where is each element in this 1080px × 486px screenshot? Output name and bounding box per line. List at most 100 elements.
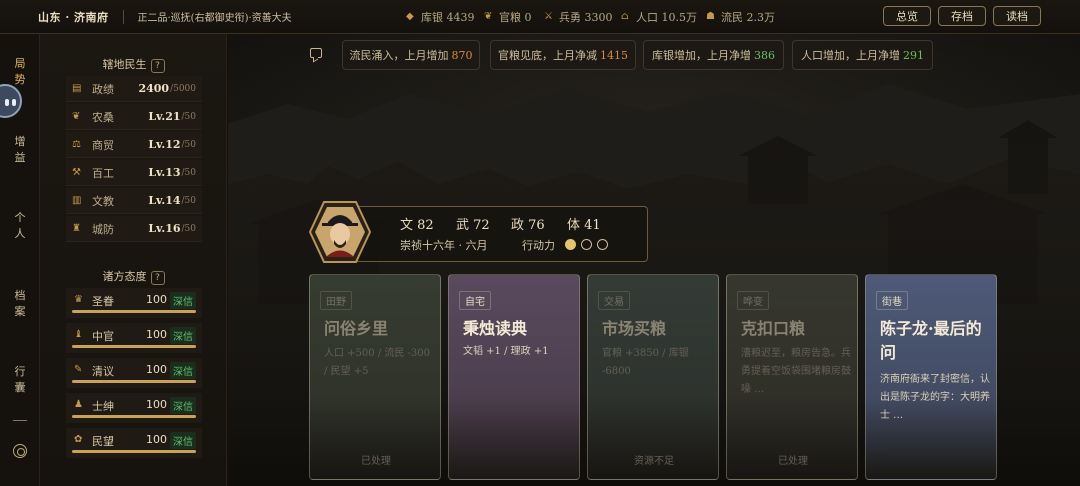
attitude-name: 士绅 (92, 400, 114, 413)
gentry-icon: ♟ (74, 399, 83, 410)
character-portrait[interactable] (308, 200, 372, 264)
event-card-field[interactable]: 田野 问俗乡里 人口 +500 / 流民 -300 / 民望 +5 已处理 (309, 274, 441, 480)
stat-row-politics: ▤ 政绩 2400 /5000 (66, 76, 202, 102)
stat-name: 商贸 (92, 138, 114, 152)
chat-icon[interactable] (310, 48, 322, 58)
assistant-avatar[interactable] (0, 84, 22, 118)
resource-population: ⌂ 人口 10.5万 (621, 0, 697, 34)
settings-icon[interactable] (13, 444, 27, 458)
event-card-street[interactable]: 街巷 陈子龙·最后的问 济南府衙来了封密信，认出是陈子龙的字：大明养士 … (865, 274, 997, 480)
rank-label: 正二品·巡抚(右都御史衔)·资善大夫 (137, 13, 292, 24)
card-description: 漕粮迟至，粮房告急。兵勇提着空饭袋围堵粮房鼓噪 … (741, 348, 851, 395)
card-title: 克扣口粮 (741, 319, 806, 338)
stat-name: 农桑 (92, 110, 114, 124)
nav-item-inventory[interactable]: 行 囊 (0, 364, 40, 396)
card-title: 问俗乡里 (324, 319, 389, 338)
stat-value: Lv.14 (148, 194, 181, 207)
stat-value: Lv.13 (148, 166, 181, 179)
card-title: 市场买粮 (602, 319, 667, 338)
farming-icon: ❦ (72, 111, 81, 122)
attitude-bar (72, 450, 196, 453)
action-point-dot (565, 239, 576, 250)
notification-value: 870 (451, 48, 473, 62)
nav-item-archive[interactable]: 档 案 (0, 288, 40, 320)
location-label: 山东 · 济南府 (38, 10, 109, 24)
card-tag: 自宅 (459, 291, 491, 310)
stat-wen: 文 82 (400, 214, 434, 233)
stat-name: 政绩 (92, 82, 114, 96)
stat-value: 41 (584, 218, 601, 233)
stat-name: 百工 (92, 166, 114, 180)
stat-row-farming: ❦ 农桑 Lv.21 /50 (66, 104, 202, 130)
attitude-bar (72, 345, 196, 348)
attitude-value: 100 (146, 363, 167, 376)
stat-label: 体 (567, 218, 581, 233)
event-card-home[interactable]: 自宅 秉烛读典 文韬 +1 / 理政 +1 (448, 274, 580, 480)
nav-item-personal[interactable]: 个 人 (0, 210, 40, 242)
notification-text: 人口增加，上月净增 (801, 49, 900, 62)
stat-row-defense: ♜ 城防 Lv.16 /50 (66, 216, 202, 242)
grain-icon: ❦ (484, 11, 493, 22)
game-date: 崇祯十六年 · 六月 (400, 239, 488, 252)
notification-text: 流民涌入，上月增加 (349, 49, 449, 62)
attitude-row-eunuch: ♝ 中官 100 深信 (66, 323, 202, 353)
governance-title-text: 辖地民生 (102, 58, 147, 71)
action-point-dot (581, 239, 592, 250)
politics-icon: ▤ (72, 83, 82, 94)
event-card-trade[interactable]: 交易 市场买粮 官粮 +3850 / 库银 -6800 资源不足 (587, 274, 719, 480)
status-badge: 深信 (170, 327, 196, 344)
stat-value: Lv.12 (148, 138, 181, 151)
nav-item-boost[interactable]: 增 益 (0, 134, 40, 166)
card-title: 陈子龙·最后的问 (880, 319, 982, 362)
stat-label: 文 (400, 218, 414, 233)
attitude-bar (72, 380, 196, 383)
event-card-mutiny[interactable]: 哗变 克扣口粮 漕粮迟至，粮房告急。兵勇提着空饭袋围堵粮房鼓噪 … 已处理 (726, 274, 858, 480)
people-icon: ✿ (74, 434, 83, 445)
eunuch-icon: ♝ (74, 329, 83, 340)
notification-grain: 官粮见底，上月净减 1415 (490, 40, 636, 70)
defense-icon: ♜ (72, 223, 81, 234)
status-badge: 深信 (170, 432, 196, 449)
resource-refugees-label: 流民 (721, 11, 743, 24)
notification-silver: 库银增加，上月净增 386 (643, 40, 784, 70)
stat-max: /50 (181, 139, 196, 150)
silver-icon: ◆ (406, 11, 414, 22)
attitudes-title: 诸方态度? (40, 268, 227, 285)
stat-row-education: ▥ 文教 Lv.14 /50 (66, 188, 202, 214)
attitude-value: 100 (146, 433, 167, 446)
attitude-value: 100 (146, 293, 167, 306)
load-button[interactable]: 读档 (993, 6, 1041, 26)
card-description: 文韬 +1 / 理政 +1 (463, 346, 549, 357)
attitude-bar-fill (72, 310, 196, 313)
action-point-dot (597, 239, 608, 250)
stat-value: 82 (417, 218, 434, 233)
card-tag: 田野 (320, 291, 352, 310)
resource-grain-label: 官粮 (499, 11, 521, 24)
attitude-row-scholar: ✎ 清议 100 深信 (66, 358, 202, 388)
attitude-name: 清议 (92, 365, 114, 378)
attitude-bar-fill (72, 380, 196, 383)
stat-max: /50 (181, 223, 196, 234)
status-badge: 深信 (170, 292, 196, 309)
attitudes-help-icon[interactable]: ? (150, 271, 165, 285)
attitude-bar (72, 415, 196, 418)
emperor-icon: ♛ (74, 294, 83, 305)
stat-name: 城防 (92, 222, 114, 236)
resource-silver-value: 4439 (446, 10, 475, 24)
stat-row-craft: ⚒ 百工 Lv.13 /50 (66, 160, 202, 186)
notification-value: 386 (754, 48, 775, 62)
save-button[interactable]: 存档 (938, 6, 986, 26)
resource-grain-value: 0 (524, 10, 532, 24)
trade-icon: ⚖ (72, 139, 81, 150)
stat-zheng: 政 76 (511, 214, 545, 233)
attitude-bar-fill (72, 450, 196, 453)
status-badge: 深信 (170, 362, 196, 379)
governance-help-icon[interactable]: ? (150, 59, 165, 73)
education-icon: ▥ (72, 195, 82, 206)
attitude-bar-fill (72, 345, 196, 348)
left-nav: 局 势 增 益 个 人 档 案 行 囊 (0, 34, 40, 486)
card-description: 官粮 +3850 / 库银 -6800 (602, 348, 689, 377)
overview-button[interactable]: 总览 (883, 6, 931, 26)
craft-icon: ⚒ (72, 167, 81, 178)
attitude-name: 中官 (92, 330, 114, 343)
